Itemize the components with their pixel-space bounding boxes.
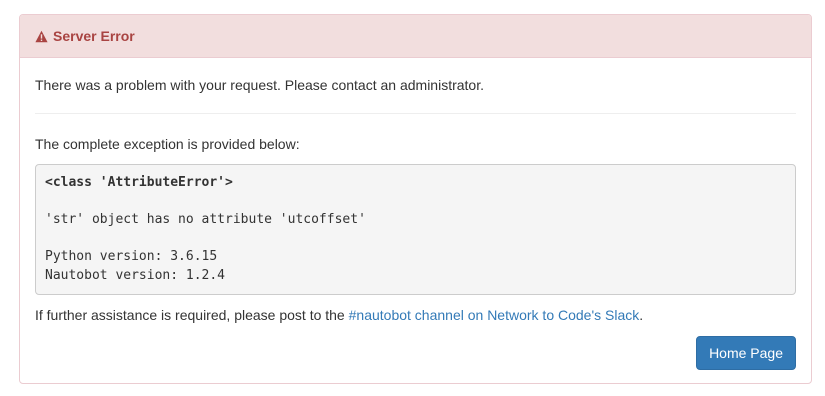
panel-title: Server Error — [53, 28, 135, 44]
home-page-button[interactable]: Home Page — [696, 336, 796, 370]
exception-block: <class 'AttributeError'> 'str' object has… — [35, 164, 796, 295]
button-row: Home Page — [35, 336, 796, 370]
help-suffix: . — [639, 307, 644, 323]
nautobot-version: Nautobot version: 1.2.4 — [45, 267, 226, 283]
exception-type: <class 'AttributeError'> — [45, 175, 233, 190]
intro-text: There was a problem with your request. P… — [35, 77, 484, 93]
panel-body: There was a problem with your request. P… — [20, 58, 811, 370]
slack-channel-link[interactable]: #nautobot channel on Network to Code's S… — [349, 307, 640, 323]
python-version: Python version: 3.6.15 — [45, 249, 218, 264]
help-text: If further assistance is required, pleas… — [35, 295, 796, 325]
help-prefix: If further assistance is required, pleas… — [35, 307, 349, 323]
panel-heading: Server Error — [20, 15, 811, 58]
warning-triangle-icon — [35, 30, 48, 43]
exception-message: 'str' object has no attribute 'utcoffset… — [45, 212, 366, 227]
server-error-panel: Server Error There was a problem with yo… — [19, 14, 812, 384]
exception-label: The complete exception is provided below… — [35, 136, 300, 152]
